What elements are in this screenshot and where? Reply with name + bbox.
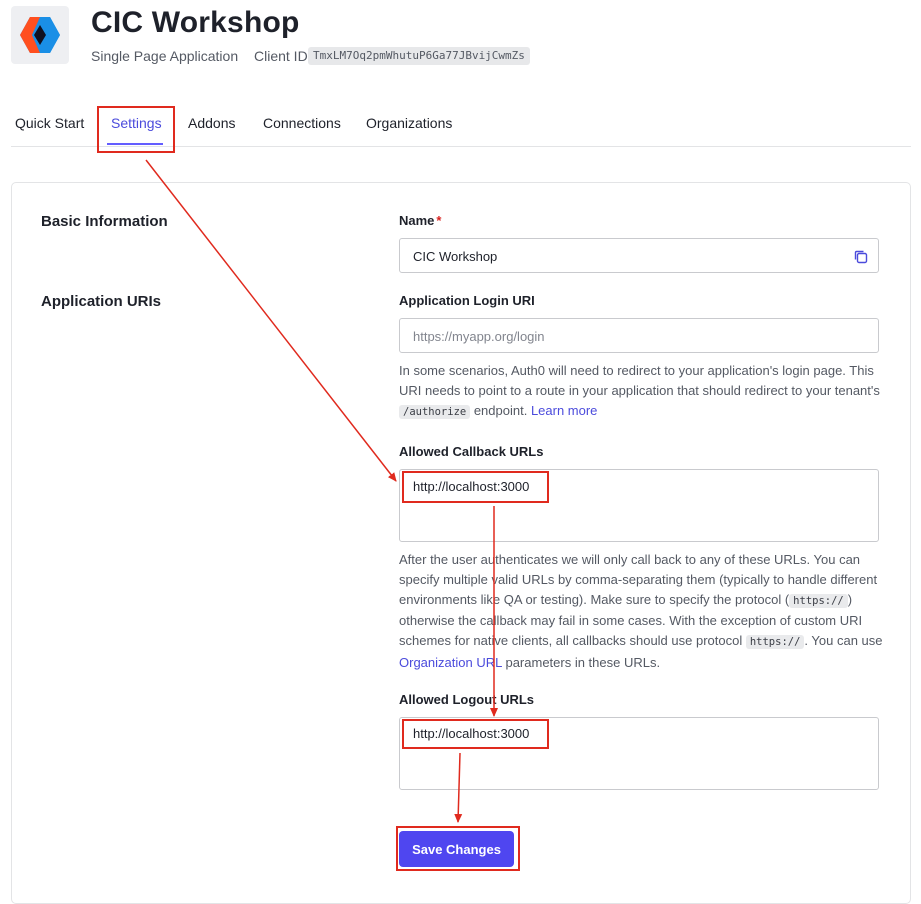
callback-url-value: http://localhost:3000 [413, 479, 530, 494]
callback-urls-label: Allowed Callback URLs [399, 444, 544, 459]
name-input[interactable]: CIC Workshop [399, 238, 879, 273]
learn-more-link[interactable]: Learn more [531, 403, 597, 418]
login-uri-placeholder: https://myapp.org/login [413, 329, 545, 344]
login-uri-help: In some scenarios, Auth0 will need to re… [399, 361, 885, 422]
callback-urls-help: After the user authenticates we will onl… [399, 550, 885, 673]
tab-settings[interactable]: Settings [111, 115, 162, 131]
app-type: Single Page Application [91, 48, 239, 64]
help-text: . You can use [804, 633, 883, 649]
section-application-uris: Application URIs [41, 293, 162, 310]
copy-icon[interactable] [853, 249, 869, 270]
section-basic-information: Basic Information [41, 213, 168, 230]
login-uri-label: Application Login URI [399, 293, 535, 308]
login-uri-input[interactable]: https://myapp.org/login [399, 318, 879, 353]
save-changes-button[interactable]: Save Changes [399, 831, 514, 867]
tab-quick-start[interactable]: Quick Start [15, 115, 84, 131]
tab-organizations[interactable]: Organizations [366, 115, 452, 131]
code-snippet: https:// [745, 635, 805, 650]
tab-addons[interactable]: Addons [188, 115, 235, 131]
name-label-text: Name [399, 213, 435, 228]
page-title: CIC Workshop [91, 6, 300, 39]
client-id-label: Client ID [254, 48, 308, 64]
active-tab-indicator [107, 143, 163, 145]
logout-url-value: http://localhost:3000 [413, 726, 530, 741]
name-input-value: CIC Workshop [413, 249, 498, 264]
name-label: Name * [399, 213, 441, 228]
logout-urls-label: Allowed Logout URLs [399, 692, 535, 707]
code-snippet: /authorize [399, 404, 471, 419]
help-text: In some scenarios, Auth0 will need to re… [399, 363, 880, 398]
app-logo [11, 6, 69, 64]
auth0-logo-icon [20, 17, 60, 53]
settings-card [11, 182, 911, 904]
help-text: parameters in these URLs. [501, 654, 661, 670]
tab-connections[interactable]: Connections [263, 115, 341, 131]
organization-url-link[interactable]: Organization URL [399, 655, 502, 670]
code-snippet: https:// [789, 593, 848, 608]
help-text: endpoint. [470, 402, 531, 418]
client-id-value[interactable]: TmxLM7Oq2pmWhutuP6Ga77JBvijCwmZs [308, 47, 530, 65]
required-mark: * [436, 213, 442, 228]
tab-bar: Quick Start Settings Addons Connections … [11, 100, 911, 147]
